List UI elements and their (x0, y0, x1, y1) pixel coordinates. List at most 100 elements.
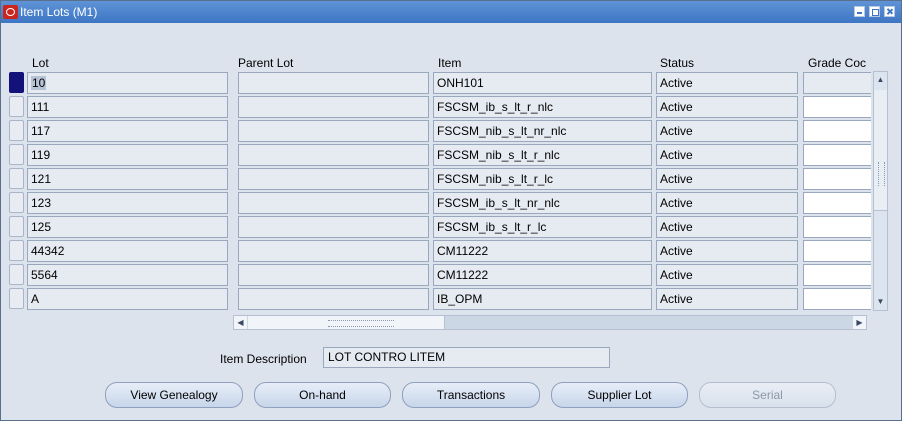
record-indicator[interactable] (9, 120, 24, 141)
record-indicator[interactable] (9, 192, 24, 213)
lot-field[interactable]: A (27, 288, 228, 310)
grade-code-field[interactable] (803, 216, 871, 238)
item-field[interactable]: IB_OPM (433, 288, 652, 310)
record-indicator[interactable] (9, 264, 24, 285)
status-field[interactable]: Active (656, 96, 798, 118)
grip-icon (878, 162, 885, 186)
grade-code-field[interactable] (803, 96, 871, 118)
lot-field[interactable]: 119 (27, 144, 228, 166)
parent-lot-field[interactable] (238, 168, 429, 190)
minimize-icon[interactable] (854, 6, 865, 17)
horizontal-scroll-thumb[interactable] (248, 316, 445, 329)
table-row: A IB_OPM Active (1, 287, 871, 311)
parent-lot-field[interactable] (238, 96, 429, 118)
status-field[interactable]: Active (656, 72, 798, 94)
grade-code-field[interactable] (803, 168, 871, 190)
transactions-button[interactable]: Transactions (402, 382, 540, 408)
window-title: Item Lots (M1) (20, 5, 98, 19)
grip-icon (328, 320, 394, 327)
grade-code-field[interactable] (803, 72, 871, 94)
lot-field[interactable]: 5564 (27, 264, 228, 286)
serial-button[interactable]: Serial (699, 382, 836, 408)
table-row: 44342 CM11222 Active (1, 239, 871, 263)
oracle-app-icon[interactable] (3, 5, 18, 19)
lot-value: 10 (31, 76, 47, 90)
parent-lot-field[interactable] (238, 120, 429, 142)
parent-lot-field[interactable] (238, 72, 429, 94)
status-field[interactable]: Active (656, 120, 798, 142)
parent-lot-field[interactable] (238, 264, 429, 286)
table-row: 111 FSCSM_ib_s_lt_r_nlc Active (1, 95, 871, 119)
horizontal-scrollbar[interactable]: ◀ ▶ (233, 315, 867, 330)
item-field[interactable]: ONH101 (433, 72, 652, 94)
grade-code-field[interactable] (803, 120, 871, 142)
column-header-grade-code: Grade Coc (808, 56, 867, 70)
status-field[interactable]: Active (656, 264, 798, 286)
close-icon[interactable] (884, 6, 895, 17)
table-row: 121 FSCSM_nib_s_lt_r_lc Active (1, 167, 871, 191)
column-header-parent-lot: Parent Lot (238, 56, 294, 70)
record-indicator[interactable] (9, 72, 24, 93)
form-content: Lot Parent Lot Item Status Grade Coc 10 … (1, 23, 901, 420)
supplier-lot-button[interactable]: Supplier Lot (551, 382, 688, 408)
record-indicator[interactable] (9, 240, 24, 261)
table-row: 119 FSCSM_nib_s_lt_r_nlc Active (1, 143, 871, 167)
status-field[interactable]: Active (656, 240, 798, 262)
view-genealogy-button[interactable]: View Genealogy (105, 382, 243, 408)
item-field[interactable]: CM11222 (433, 240, 652, 262)
item-lots-window: Item Lots (M1) Lot Parent Lot Item Statu… (0, 0, 902, 421)
on-hand-button[interactable]: On-hand (254, 382, 391, 408)
record-indicator[interactable] (9, 168, 24, 189)
parent-lot-field[interactable] (238, 216, 429, 238)
lot-field[interactable]: 10 (27, 72, 228, 94)
parent-lot-field[interactable] (238, 144, 429, 166)
status-field[interactable]: Active (656, 216, 798, 238)
scroll-left-icon[interactable]: ◀ (234, 316, 247, 329)
item-field[interactable]: FSCSM_nib_s_lt_nr_nlc (433, 120, 652, 142)
item-field[interactable]: FSCSM_nib_s_lt_r_lc (433, 168, 652, 190)
maximize-icon[interactable] (869, 6, 880, 17)
table-row: 123 FSCSM_ib_s_lt_nr_nlc Active (1, 191, 871, 215)
grade-code-field[interactable] (803, 264, 871, 286)
table-row: 10 ONH101 Active (1, 71, 871, 95)
parent-lot-field[interactable] (238, 288, 429, 310)
grade-code-field[interactable] (803, 192, 871, 214)
lot-field[interactable]: 125 (27, 216, 228, 238)
item-field[interactable]: FSCSM_ib_s_lt_nr_nlc (433, 192, 652, 214)
scroll-down-icon[interactable]: ▼ (874, 294, 887, 310)
status-field[interactable]: Active (656, 168, 798, 190)
item-field[interactable]: FSCSM_ib_s_lt_r_lc (433, 216, 652, 238)
record-indicator[interactable] (9, 144, 24, 165)
lots-table: 10 ONH101 Active 111 FSCSM_ib_s_lt_r_nlc… (1, 71, 871, 311)
grade-code-field[interactable] (803, 240, 871, 262)
scroll-right-icon[interactable]: ▶ (853, 316, 866, 329)
item-field[interactable]: CM11222 (433, 264, 652, 286)
vertical-scrollbar[interactable]: ▲ ▼ (873, 71, 888, 311)
table-row: 125 FSCSM_ib_s_lt_r_lc Active (1, 215, 871, 239)
parent-lot-field[interactable] (238, 192, 429, 214)
status-field[interactable]: Active (656, 192, 798, 214)
column-header-lot: Lot (32, 56, 49, 70)
grade-code-field[interactable] (803, 144, 871, 166)
item-field[interactable]: FSCSM_ib_s_lt_r_nlc (433, 96, 652, 118)
lot-field[interactable]: 44342 (27, 240, 228, 262)
vertical-scroll-thumb[interactable] (874, 90, 887, 211)
table-row: 117 FSCSM_nib_s_lt_nr_nlc Active (1, 119, 871, 143)
lot-field[interactable]: 111 (27, 96, 228, 118)
scroll-up-icon[interactable]: ▲ (874, 72, 887, 88)
record-indicator[interactable] (9, 288, 24, 309)
lot-field[interactable]: 117 (27, 120, 228, 142)
item-field[interactable]: FSCSM_nib_s_lt_r_nlc (433, 144, 652, 166)
lot-field[interactable]: 121 (27, 168, 228, 190)
item-description-field[interactable]: LOT CONTRO LITEM (323, 347, 610, 368)
parent-lot-field[interactable] (238, 240, 429, 262)
lot-field[interactable]: 123 (27, 192, 228, 214)
grade-code-field[interactable] (803, 288, 871, 310)
item-description-label: Item Description (220, 352, 307, 366)
status-field[interactable]: Active (656, 288, 798, 310)
status-field[interactable]: Active (656, 144, 798, 166)
record-indicator[interactable] (9, 96, 24, 117)
record-indicator[interactable] (9, 216, 24, 237)
title-bar: Item Lots (M1) (1, 1, 901, 23)
column-header-item: Item (438, 56, 462, 70)
